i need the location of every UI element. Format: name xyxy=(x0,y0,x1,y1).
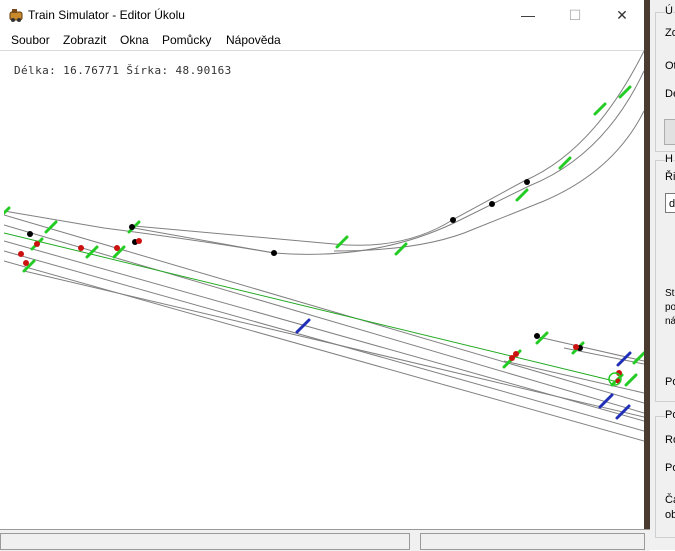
label-po-1: po xyxy=(665,302,675,313)
label-zo: Zo xyxy=(665,27,675,39)
properties-panel: Ú Zo Ot De H Ři d St po ná Po Po Ro Po Č… xyxy=(650,0,675,550)
menu-napoveda[interactable]: Nápověda xyxy=(226,33,281,47)
menu-soubor[interactable]: Soubor xyxy=(11,33,50,47)
label-ro: Ro xyxy=(665,434,675,446)
window-title: Train Simulator - Editor Úkolu xyxy=(28,8,185,22)
red-nodes xyxy=(18,238,622,384)
status-panel-right xyxy=(420,533,645,550)
train-app-icon xyxy=(9,9,23,22)
panel-button[interactable] xyxy=(664,119,675,145)
track-lines xyxy=(4,51,644,442)
group-title-po: Po xyxy=(665,409,675,421)
menu-bar: Soubor Zobrazit Okna Pomůcky Nápověda xyxy=(0,30,645,51)
label-po-3: Po xyxy=(665,462,675,474)
label-na: ná xyxy=(665,316,675,327)
group-title-h: H xyxy=(665,153,673,165)
group-title-ukol: Ú xyxy=(665,5,673,17)
title-bar: Train Simulator - Editor Úkolu — ☐ ✕ xyxy=(0,0,645,30)
panel-input[interactable]: d xyxy=(665,193,675,213)
menu-okna[interactable]: Okna xyxy=(120,33,149,47)
track-map[interactable] xyxy=(4,51,644,529)
menu-pomucky[interactable]: Pomůcky xyxy=(162,33,211,47)
label-ca: Ča xyxy=(665,494,675,506)
label-po-2: Po xyxy=(665,376,675,388)
signal-markers xyxy=(4,85,644,387)
label-de: De xyxy=(665,88,675,100)
label-ob: ob xyxy=(665,509,675,521)
map-canvas[interactable]: Délka: 16.76771 Šírka: 48.90163 xyxy=(4,51,644,529)
maximize-button[interactable]: ☐ xyxy=(552,0,598,30)
minimize-button[interactable]: — xyxy=(505,0,551,30)
status-panel-left xyxy=(0,533,410,550)
label-st: St xyxy=(665,288,675,299)
close-button[interactable]: ✕ xyxy=(599,0,645,30)
route-line xyxy=(4,232,615,382)
label-ri: Ři xyxy=(665,171,675,183)
label-ot: Ot xyxy=(665,60,675,72)
menu-zobrazit[interactable]: Zobrazit xyxy=(63,33,106,47)
coordinates-readout: Délka: 16.76771 Šírka: 48.90163 xyxy=(14,64,232,77)
